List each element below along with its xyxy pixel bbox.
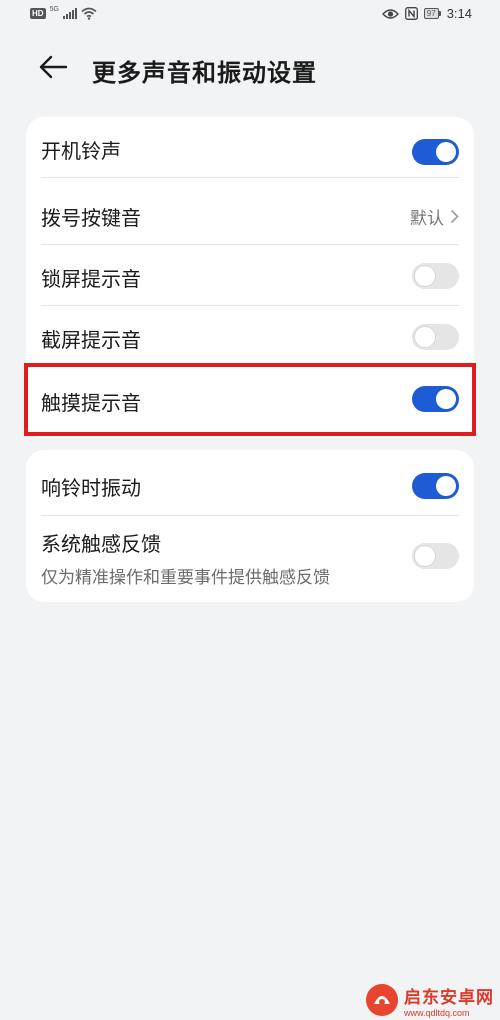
row-label: 拨号按键音 bbox=[41, 206, 141, 230]
row-screenshot-tone[interactable]: 截屏提示音 bbox=[26, 306, 474, 367]
divider bbox=[41, 177, 459, 178]
page-title: 更多声音和振动设置 bbox=[92, 59, 317, 87]
clock: 3:14 bbox=[446, 6, 472, 21]
system-haptics-toggle[interactable] bbox=[412, 543, 459, 569]
settings-group-haptics: 响铃时振动 系统触感反馈 仅为精准操作和重要事件提供触感反馈 bbox=[26, 450, 474, 602]
row-label: 锁屏提示音 bbox=[41, 267, 141, 291]
title-bar: 更多声音和振动设置 bbox=[0, 44, 500, 92]
row-label: 系统触感反馈 bbox=[41, 532, 161, 556]
row-label: 截屏提示音 bbox=[41, 328, 141, 352]
screenshot-tone-toggle[interactable] bbox=[412, 324, 459, 350]
row-vibrate-on-ring[interactable]: 响铃时振动 bbox=[26, 455, 474, 516]
back-arrow-icon bbox=[39, 55, 68, 79]
watermark: 启东安卓网 www.qdltdq.com bbox=[364, 982, 494, 1018]
chevron-right-icon bbox=[450, 209, 459, 224]
watermark-title: 启东安卓网 bbox=[404, 987, 494, 1008]
hd-badge: HD bbox=[30, 8, 46, 19]
vibrate-on-ring-toggle[interactable] bbox=[412, 473, 459, 499]
watermark-url: www.qdltdq.com bbox=[404, 1007, 470, 1018]
status-left: HD 5G bbox=[30, 6, 97, 20]
row-dial-keypad-tone[interactable]: 拨号按键音 默认 bbox=[26, 184, 474, 245]
nfc-icon bbox=[404, 7, 418, 20]
highlight-box bbox=[24, 363, 476, 436]
watermark-logo-icon bbox=[366, 984, 398, 1016]
lock-screen-tone-toggle[interactable] bbox=[412, 263, 459, 289]
row-label: 响铃时振动 bbox=[41, 476, 141, 500]
row-system-haptics[interactable]: 系统触感反馈 仅为精准操作和重要事件提供触感反馈 bbox=[26, 516, 474, 602]
row-sublabel: 仅为精准操作和重要事件提供触感反馈 bbox=[41, 568, 330, 588]
status-right: 97 3:14 bbox=[381, 6, 472, 21]
row-boot-ringtone[interactable]: 开机铃声 bbox=[26, 117, 474, 178]
dial-tone-value: 默认 bbox=[410, 204, 459, 229]
back-button[interactable] bbox=[38, 54, 74, 82]
wifi-icon bbox=[81, 7, 97, 20]
eye-icon bbox=[381, 8, 399, 19]
row-lock-screen-tone[interactable]: 锁屏提示音 bbox=[26, 245, 474, 306]
row-value: 默认 bbox=[410, 209, 444, 229]
boot-ringtone-toggle[interactable] bbox=[412, 139, 459, 165]
signal-icon bbox=[62, 8, 77, 19]
battery-level: 97 bbox=[423, 8, 439, 19]
status-bar: HD 5G 97 3:14 bbox=[0, 0, 500, 34]
row-label: 开机铃声 bbox=[41, 139, 121, 163]
battery-icon: 97 bbox=[423, 8, 441, 19]
network-type: 5G bbox=[49, 6, 59, 13]
